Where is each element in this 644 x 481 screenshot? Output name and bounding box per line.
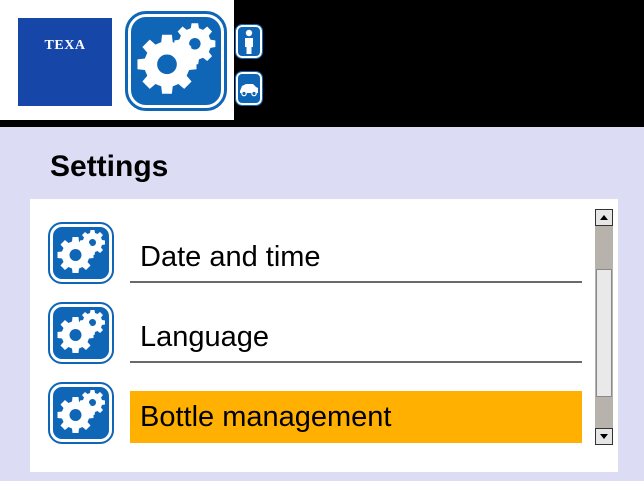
header-divider: [0, 120, 644, 127]
menu-item-label: Bottle management: [130, 391, 582, 443]
header-status-area: [234, 0, 644, 120]
scrollbar-thumb[interactable]: [596, 269, 612, 397]
texa-logo: TEXA: [18, 18, 112, 106]
gears-icon: [48, 382, 114, 444]
header-bar: TEXA: [0, 0, 644, 127]
menu-item-label: Language: [130, 311, 582, 363]
menu-item-label: Date and time: [130, 231, 582, 283]
car-icon[interactable]: [235, 71, 263, 106]
settings-gears-icon[interactable]: [125, 11, 227, 111]
menu-item-bottle-management[interactable]: Bottle management: [30, 379, 590, 449]
gears-icon: [48, 222, 114, 284]
brand-name: TEXA: [44, 38, 86, 53]
scroll-up-arrow-icon[interactable]: [595, 209, 613, 226]
page-title: Settings: [50, 150, 169, 183]
person-icon[interactable]: [235, 24, 263, 59]
menu-item-date-and-time[interactable]: Date and time: [30, 219, 590, 289]
scrollbar[interactable]: [595, 209, 613, 445]
scroll-down-arrow-icon[interactable]: [595, 428, 613, 445]
gears-icon: [48, 302, 114, 364]
menu-item-language[interactable]: Language: [30, 299, 590, 369]
settings-menu-list: Date and time Language Bottle management: [30, 199, 618, 472]
